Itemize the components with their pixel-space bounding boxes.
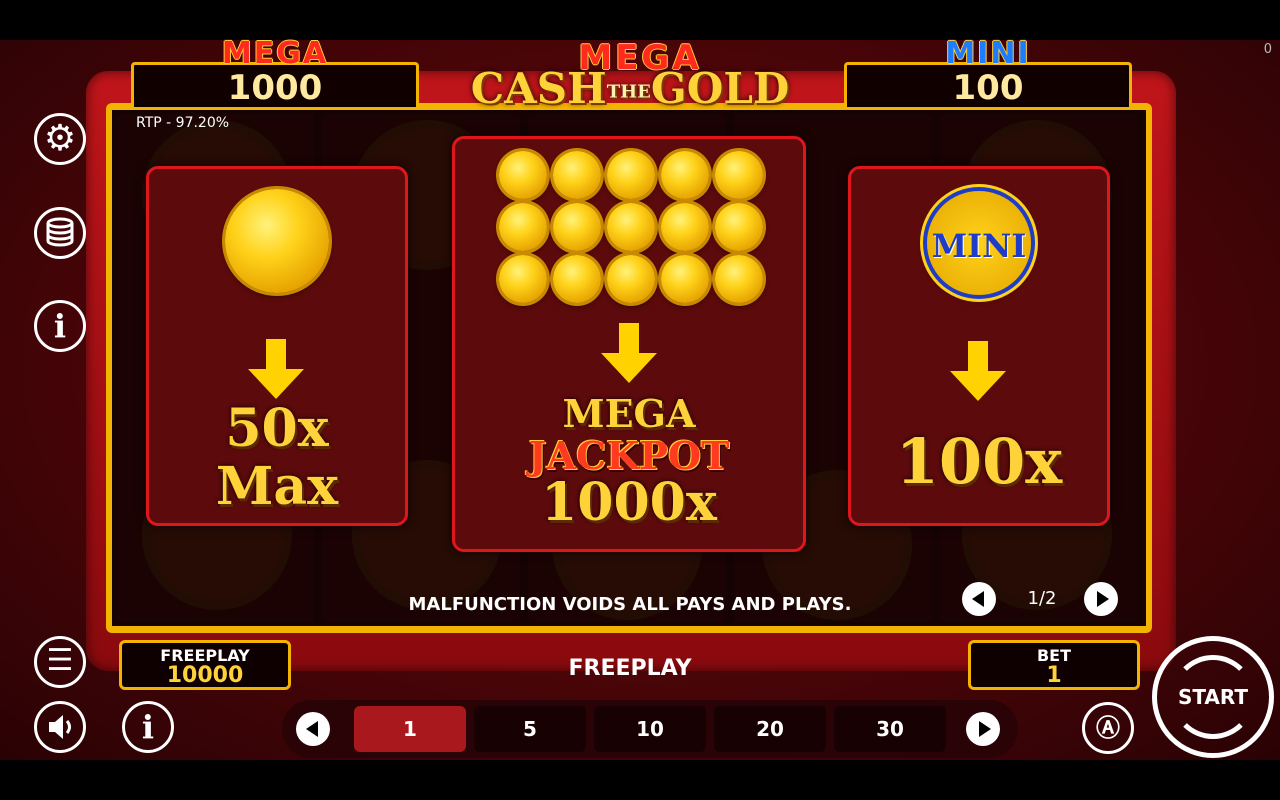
bet-selector: 1 5 10 20 30 xyxy=(282,700,1018,758)
info-icon: i xyxy=(53,307,67,345)
freeplay-balance-value: 10000 xyxy=(166,663,244,688)
paytable-panel-center: MEGA JACKPOT 1000x xyxy=(452,136,806,552)
gear-icon: ⚙ xyxy=(43,118,77,159)
left-panel-multiplier: 50x xyxy=(225,398,329,459)
mini-coin-label: MINI xyxy=(931,227,1027,265)
gold-coin-icon xyxy=(499,255,547,303)
speaker-icon xyxy=(49,715,71,739)
gold-coin-icon xyxy=(661,203,709,251)
game-logo: CASHTHEGOLD xyxy=(455,64,805,113)
page-indicator: 1/2 xyxy=(1027,588,1057,609)
gold-coin-icon xyxy=(553,203,601,251)
center-panel-multiplier: 1000x xyxy=(541,472,717,533)
bet-coins-button[interactable] xyxy=(34,207,86,259)
paytable-panel-left: 50x Max xyxy=(146,166,408,526)
bet-option-5[interactable]: 5 xyxy=(474,706,586,752)
corner-counter: 0 xyxy=(1263,42,1272,57)
chevron-left-icon xyxy=(306,721,318,737)
logo-cash: CASH xyxy=(470,64,607,113)
jackpot-mega-value: 1000 xyxy=(227,68,323,108)
menu-icon: ☰ xyxy=(46,643,74,678)
center-panel-mega: MEGA xyxy=(562,391,696,436)
malfunction-notice: MALFUNCTION VOIDS ALL PAYS AND PLAYS. xyxy=(408,594,852,615)
gold-coin-icon xyxy=(607,255,655,303)
bottom-black-bar xyxy=(0,760,1280,800)
coins-stack-icon xyxy=(46,217,74,247)
gold-coin-icon xyxy=(553,151,601,199)
left-panel-max: Max xyxy=(215,456,339,517)
jackpot-mega-title: MEGA xyxy=(221,36,329,71)
gold-coin-icon xyxy=(553,255,601,303)
gold-coin-icon xyxy=(715,151,763,199)
bet-option-10[interactable]: 10 xyxy=(594,706,706,752)
logo-gold: GOLD xyxy=(650,64,790,113)
gold-coin-icon xyxy=(715,203,763,251)
chevron-right-icon xyxy=(979,721,991,737)
settings-button[interactable]: ⚙ xyxy=(34,113,86,165)
gold-coin-icon xyxy=(715,255,763,303)
right-panel-multiplier: 100x xyxy=(895,425,1063,498)
mini-coin-icon: MINI xyxy=(927,191,1031,295)
gold-coin-icon xyxy=(661,255,709,303)
autoplay-icon: Ⓐ xyxy=(1096,714,1120,742)
start-button[interactable]: START xyxy=(1152,636,1274,758)
gold-coin-icon xyxy=(661,151,709,199)
info-icon: i xyxy=(141,708,155,746)
jackpot-mini-value: 100 xyxy=(952,68,1024,108)
autoplay-button[interactable]: Ⓐ xyxy=(1082,702,1134,754)
paytable-pager: 1/2 xyxy=(962,582,1122,618)
bet-box: BET 1 xyxy=(968,640,1140,690)
prev-page-button[interactable] xyxy=(962,582,996,616)
jackpot-mini-title: MINI xyxy=(945,36,1031,71)
logo-the: THE xyxy=(606,81,651,103)
bet-increase-button[interactable] xyxy=(966,712,1000,746)
info-button[interactable]: i xyxy=(34,300,86,352)
gold-coin-icon xyxy=(225,189,329,293)
center-panel-jackpot: JACKPOT xyxy=(528,433,730,478)
bet-option-1[interactable]: 1 xyxy=(354,706,466,752)
mode-label: FREEPLAY xyxy=(568,656,692,681)
bet-option-30[interactable]: 30 xyxy=(834,706,946,752)
paytable-panel-right: MINI 100x xyxy=(848,166,1110,526)
bet-decrease-button[interactable] xyxy=(296,712,330,746)
gold-coin-icon xyxy=(499,151,547,199)
menu-button[interactable]: ☰ xyxy=(34,636,86,688)
paytable-info-button[interactable]: i xyxy=(122,701,174,753)
chevron-left-icon xyxy=(972,591,984,607)
bet-option-20[interactable]: 20 xyxy=(714,706,826,752)
chevron-right-icon xyxy=(1097,591,1109,607)
gold-coin-icon xyxy=(607,203,655,251)
top-black-bar xyxy=(0,0,1280,40)
freeplay-balance-box: FREEPLAY 10000 xyxy=(119,640,291,690)
start-label: START xyxy=(1177,685,1249,709)
bet-value: 1 xyxy=(1046,663,1062,688)
sound-button[interactable] xyxy=(34,701,86,753)
gold-coin-icon xyxy=(499,203,547,251)
rtp-label: RTP - 97.20% xyxy=(136,115,230,131)
next-page-button[interactable] xyxy=(1084,582,1118,616)
gold-coin-icon xyxy=(607,151,655,199)
